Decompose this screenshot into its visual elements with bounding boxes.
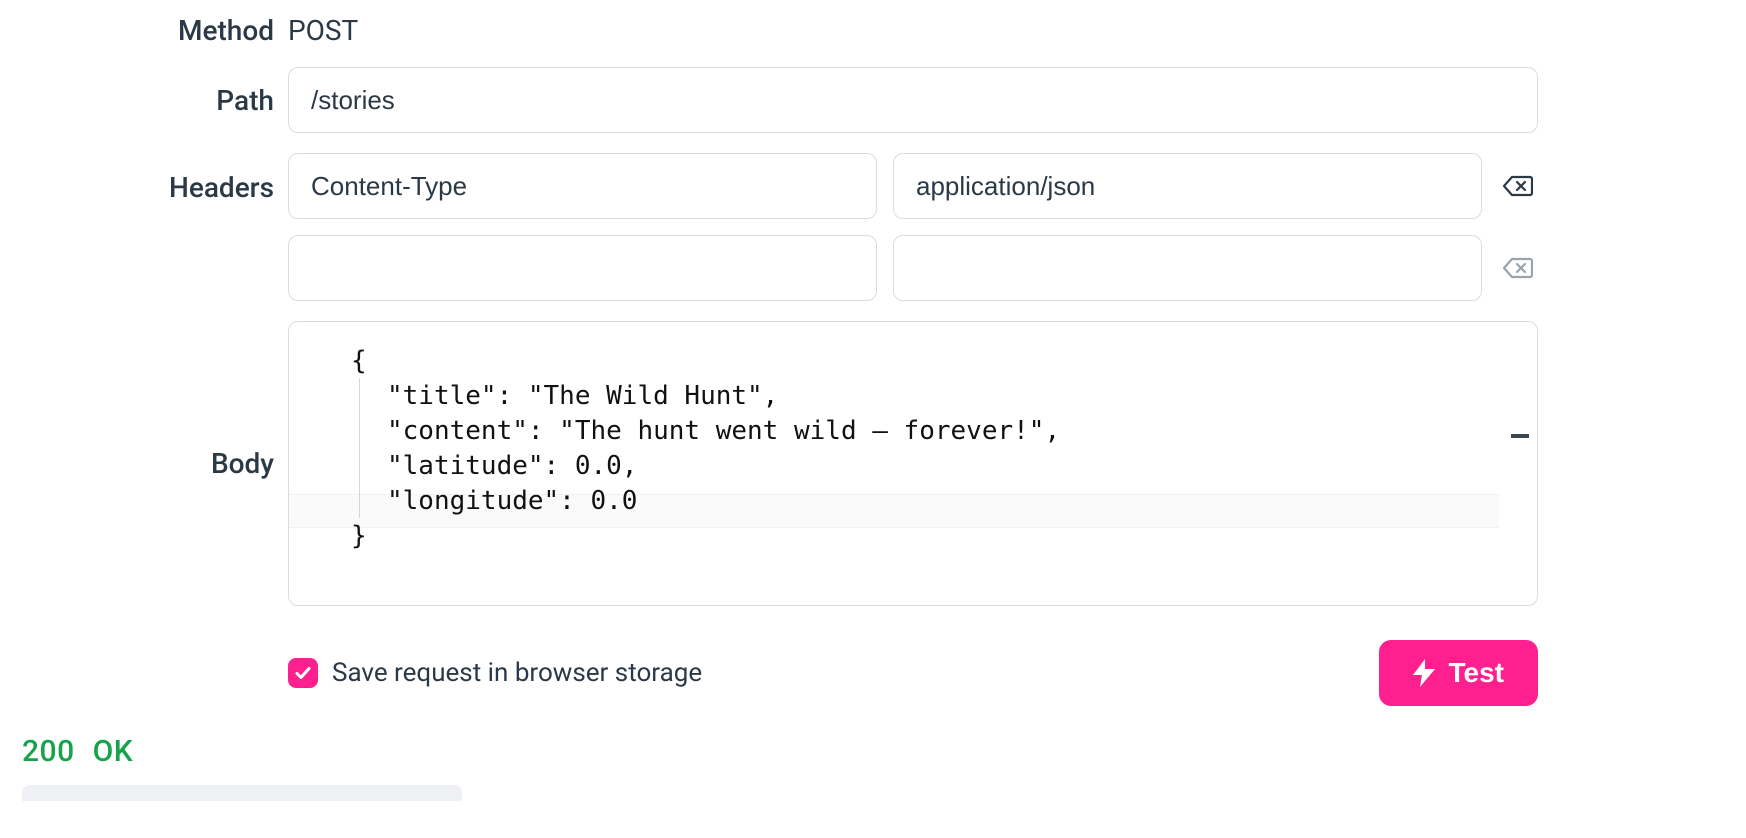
headers-label: Headers xyxy=(0,153,288,204)
status-code: 200 xyxy=(22,734,75,769)
header-pair xyxy=(288,235,1538,301)
test-button-label: Test xyxy=(1449,657,1505,689)
check-icon xyxy=(294,664,312,682)
delete-header-button[interactable] xyxy=(1503,175,1533,197)
body-editor[interactable]: { "title": "The Wild Hunt", "content": "… xyxy=(288,321,1538,606)
body-row: Body { "title": "The Wild Hunt", "conten… xyxy=(0,321,1746,606)
backspace-delete-icon xyxy=(1503,175,1533,197)
header-pair xyxy=(288,153,1538,219)
method-row: Method POST xyxy=(0,14,1746,47)
body-code: { "title": "The Wild Hunt", "content": "… xyxy=(289,344,1537,555)
backspace-delete-icon xyxy=(1503,257,1533,279)
header-key-input[interactable] xyxy=(288,235,877,301)
response-status: 200 OK xyxy=(22,734,1746,769)
response-panel-peek xyxy=(22,785,462,801)
save-label: Save request in browser storage xyxy=(332,658,702,688)
indent-guide xyxy=(359,378,360,518)
request-form: Method POST Path Headers xyxy=(0,0,1746,801)
path-label: Path xyxy=(0,84,288,117)
path-input[interactable] xyxy=(288,67,1538,133)
header-value-input[interactable] xyxy=(893,235,1482,301)
code-line: "latitude": 0.0, xyxy=(351,449,1537,484)
code-line: "longitude": 0.0 xyxy=(351,484,1537,519)
path-row: Path xyxy=(0,67,1746,133)
method-value[interactable]: POST xyxy=(288,14,358,47)
footer-row: Save request in browser storage Test xyxy=(0,640,1746,706)
body-label: Body xyxy=(0,447,288,480)
delete-header-button[interactable] xyxy=(1503,257,1533,279)
code-line: } xyxy=(351,519,1537,554)
code-line: { xyxy=(351,344,1537,379)
status-text: OK xyxy=(93,734,134,769)
bolt-icon xyxy=(1413,659,1435,687)
test-button[interactable]: Test xyxy=(1379,640,1539,706)
code-line: "title": "The Wild Hunt", xyxy=(351,379,1537,414)
method-label: Method xyxy=(0,14,288,47)
header-value-input[interactable] xyxy=(893,153,1482,219)
code-line: "content": "The hunt went wild – forever… xyxy=(351,414,1537,449)
headers-row: Headers xyxy=(0,153,1746,301)
editor-minimap[interactable] xyxy=(1507,326,1531,599)
minimap-mark-icon xyxy=(1511,434,1529,438)
header-key-input[interactable] xyxy=(288,153,877,219)
save-request-toggle[interactable]: Save request in browser storage xyxy=(288,658,702,688)
save-checkbox[interactable] xyxy=(288,658,318,688)
